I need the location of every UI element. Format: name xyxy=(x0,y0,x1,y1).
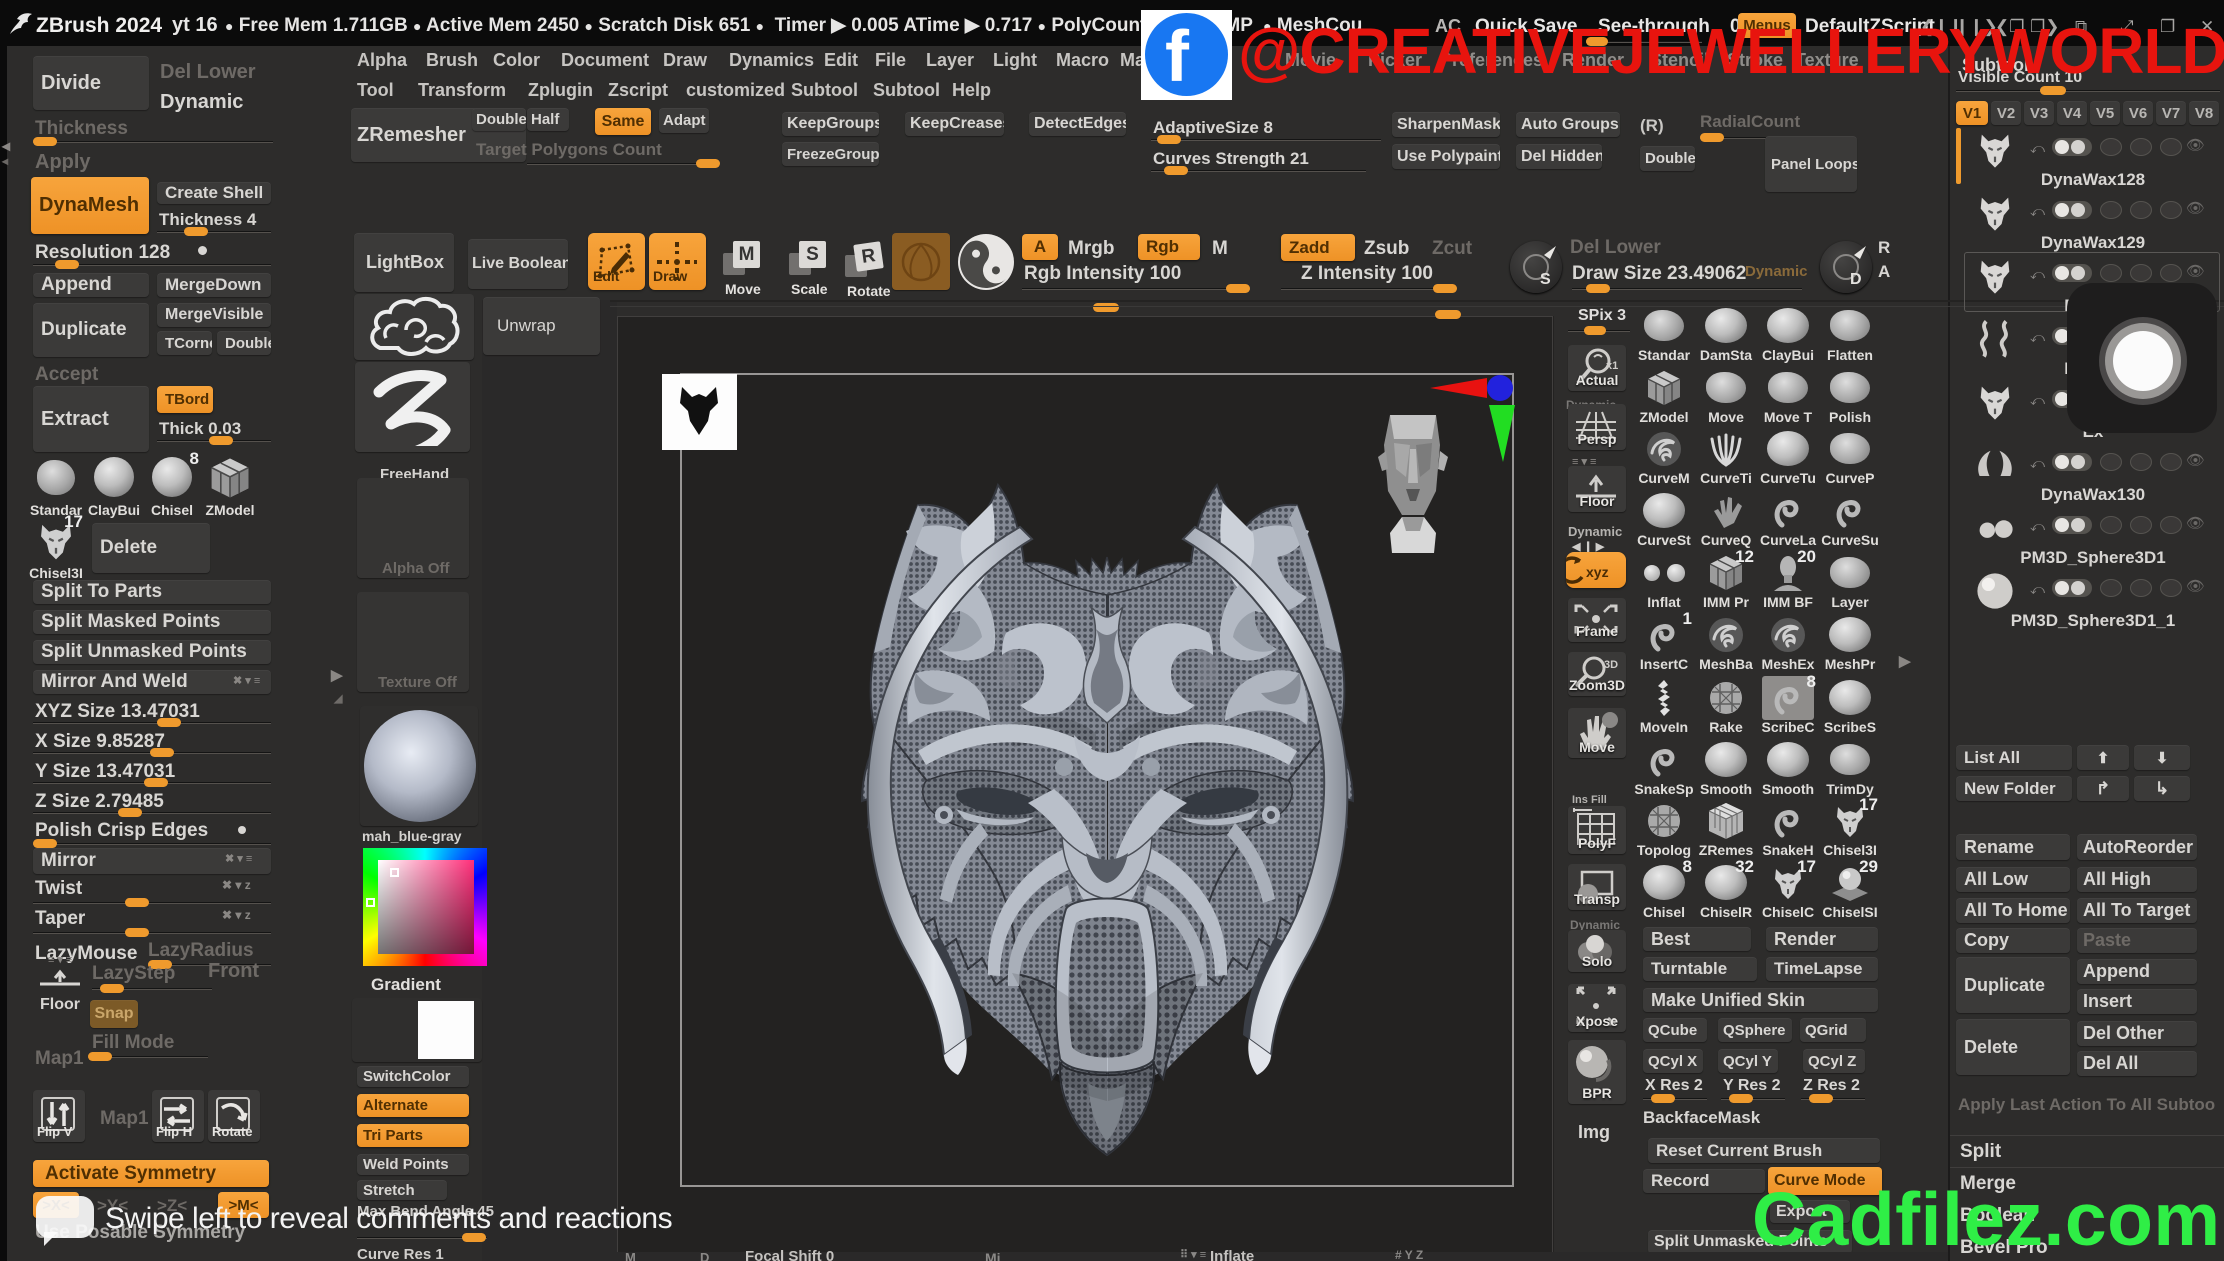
svg-text:x1: x1 xyxy=(1606,360,1618,372)
svg-text:3D: 3D xyxy=(1604,659,1618,671)
svg-text:xyz: xyz xyxy=(1586,564,1609,580)
